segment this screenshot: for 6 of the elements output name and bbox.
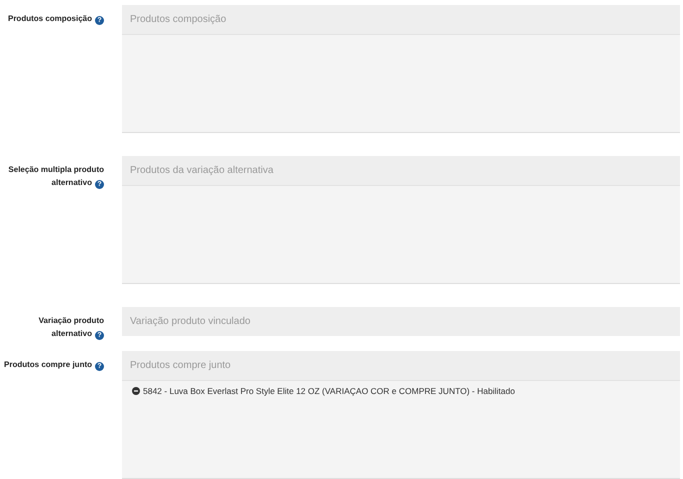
- remove-icon[interactable]: [132, 387, 140, 396]
- search-field[interactable]: Produtos composição: [122, 5, 680, 34]
- search-field[interactable]: Produtos da variação alternativa: [122, 156, 680, 185]
- search-field[interactable]: Produtos compre junto: [122, 351, 680, 380]
- selected-item: 5842 - Luva Box Everlast Pro Style Elite 12 OZ (VARIAÇAO COR e COMPRE JUNTO) - Habilitado: [143, 385, 515, 398]
- search-field[interactable]: Variação produto vinculado: [122, 307, 680, 336]
